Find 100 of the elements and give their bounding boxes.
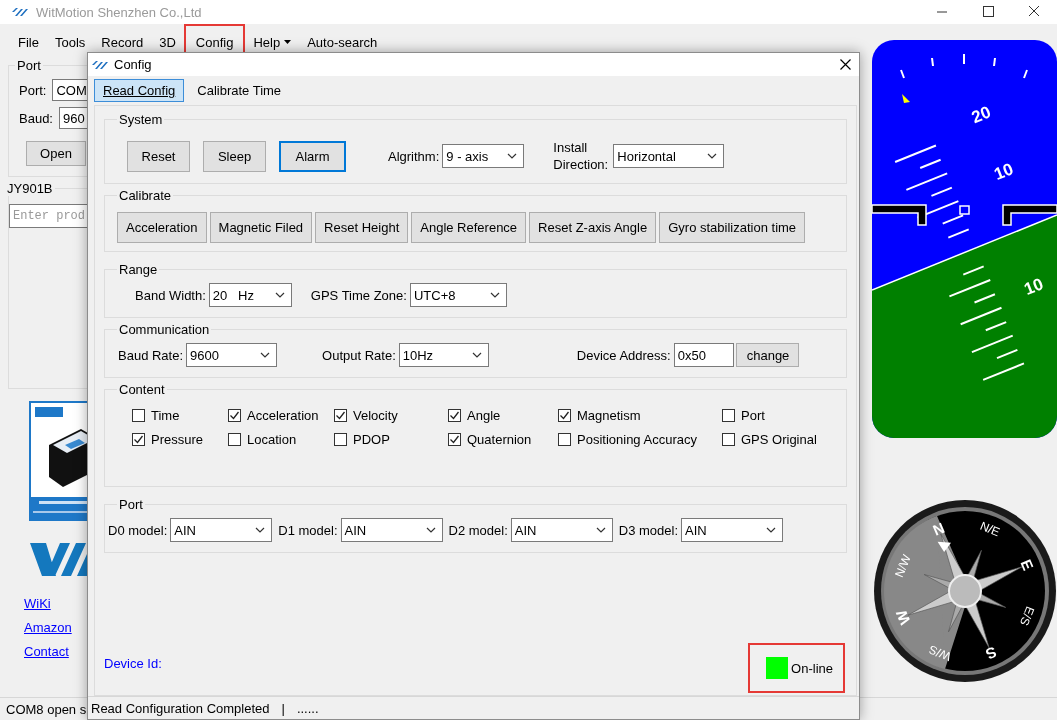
calibrate-button[interactable]: Gyro stabilization time <box>659 212 806 243</box>
open-button[interactable]: Open <box>26 141 86 166</box>
group-title: Content <box>118 382 166 397</box>
chevron-down-icon <box>489 292 500 298</box>
field-label: D2 model: <box>448 522 508 538</box>
field-label: Device Address: <box>576 347 671 363</box>
status-text: | <box>281 700 285 716</box>
chevron-down-icon <box>507 153 518 159</box>
dropdown[interactable]: 9 - axis <box>442 144 525 168</box>
checkbox[interactable] <box>228 409 241 422</box>
field-label: D3 model: <box>618 522 678 538</box>
calibrate-button[interactable]: Reset Height <box>315 212 409 243</box>
calibrate-button[interactable]: Magnetic Filed <box>209 212 313 243</box>
menu-item[interactable]: Tools <box>46 29 94 55</box>
checkbox[interactable] <box>334 433 347 446</box>
pitch-label: 10 <box>1021 274 1046 299</box>
chevron-down-icon <box>471 352 482 358</box>
group-title: System <box>118 112 164 127</box>
chevron-down-icon <box>260 352 271 358</box>
link[interactable]: Amazon <box>24 620 87 635</box>
compass-label: W/S <box>926 642 954 664</box>
action-button[interactable]: Alarm <box>279 140 346 172</box>
dropdown[interactable]: AIN <box>170 518 273 542</box>
checkbox-label: Angle <box>467 408 501 423</box>
menu-item[interactable]: Record <box>93 29 152 55</box>
dropdown[interactable]: 10Hz <box>398 343 489 367</box>
dropdown[interactable]: Horizontal <box>613 144 725 168</box>
dropdown[interactable]: AIN <box>510 518 613 542</box>
field-label: Output Rate: <box>322 347 396 363</box>
dropdown[interactable]: 20 Hz <box>208 283 292 307</box>
checkbox-label: Pressure <box>151 432 204 447</box>
chevron-down-icon <box>707 153 718 159</box>
link[interactable]: Contact <box>24 644 87 659</box>
chevron-down-icon <box>766 527 776 533</box>
tab[interactable]: Read Config <box>94 79 185 102</box>
menu-item[interactable]: 3D <box>151 29 184 55</box>
chevron-down-icon <box>425 527 436 533</box>
checkbox[interactable] <box>334 409 347 422</box>
checkbox-label: Positioning Accuracy <box>577 432 697 447</box>
checkbox-label: Location <box>247 432 297 447</box>
checkbox[interactable] <box>228 433 241 446</box>
field-label: GPS Time Zone: <box>310 287 407 303</box>
calibrate-button[interactable]: Angle Reference <box>411 212 527 243</box>
group-title: Range <box>118 262 159 277</box>
field-label: Install Direction: <box>553 139 610 173</box>
group-title: Calibrate <box>118 188 173 203</box>
dialog-title: Config <box>114 57 152 72</box>
dropdown[interactable]: AIN <box>681 518 783 542</box>
close-icon[interactable] <box>840 59 851 70</box>
group-title: Port <box>16 58 42 73</box>
action-button[interactable]: Sleep <box>203 140 266 172</box>
app-icon <box>12 8 28 16</box>
status-text: Read Configuration Completed <box>91 700 270 716</box>
calibrate-button[interactable]: Reset Z-axis Angle <box>529 212 657 243</box>
checkbox[interactable] <box>132 433 145 446</box>
checkbox[interactable] <box>722 433 735 446</box>
chevron-down-icon <box>274 292 285 298</box>
checkbox-label: Port <box>741 408 765 423</box>
menu-item[interactable]: Auto-search <box>299 29 386 55</box>
field-label: Baud: <box>19 110 53 126</box>
checkbox[interactable] <box>558 433 571 446</box>
field-label: Port: <box>19 82 47 98</box>
change-button[interactable]: change <box>735 343 799 367</box>
dropdown[interactable]: AIN <box>340 518 443 542</box>
status-text: COM8 open s <box>6 701 87 717</box>
logo-drawing <box>30 543 87 576</box>
port-dropdown[interactable]: COM <box>52 79 87 101</box>
compass-label: N/E <box>978 518 1002 540</box>
checkbox[interactable] <box>722 409 735 422</box>
chevron-down-icon <box>595 527 606 533</box>
field-label: Baud Rate: <box>118 347 184 363</box>
link[interactable]: WiKi <box>24 596 87 611</box>
checkbox[interactable] <box>558 409 571 422</box>
calibrate-button[interactable]: Acceleration <box>117 212 207 243</box>
checkbox-label: GPS Original <box>741 432 817 447</box>
compass-label: E/S <box>1016 604 1038 628</box>
app-icon <box>92 60 108 69</box>
field-label: Algrithm: <box>388 148 440 164</box>
product-input-field[interactable]: Enter prod <box>9 204 87 228</box>
checkbox[interactable] <box>448 433 461 446</box>
checkbox-label: Magnetism <box>577 408 641 423</box>
menu-item[interactable]: File <box>10 29 47 55</box>
dropdown[interactable]: 9600 <box>186 343 278 367</box>
field-label: D0 model: <box>108 522 168 538</box>
tab[interactable]: Calibrate Time <box>188 79 291 102</box>
menu-item[interactable]: Help <box>245 29 300 55</box>
caret-icon <box>284 40 292 44</box>
field-label: Band Width: <box>135 287 206 303</box>
checkbox-label: Quaternion <box>467 432 532 447</box>
checkbox-label: PDOP <box>353 432 390 447</box>
action-button[interactable]: Reset <box>127 140 190 172</box>
chevron-down-icon <box>255 527 266 533</box>
address-field[interactable]: 0x50 <box>673 343 734 367</box>
dropdown[interactable]: UTC+8 <box>409 283 507 307</box>
group-title: Communication <box>118 322 211 337</box>
checkbox[interactable] <box>132 409 145 422</box>
checkbox[interactable] <box>448 409 461 422</box>
baud-dropdown[interactable]: 960 <box>59 107 87 129</box>
pitch-label: 20 <box>969 102 994 128</box>
compass-label: E <box>1017 556 1037 573</box>
